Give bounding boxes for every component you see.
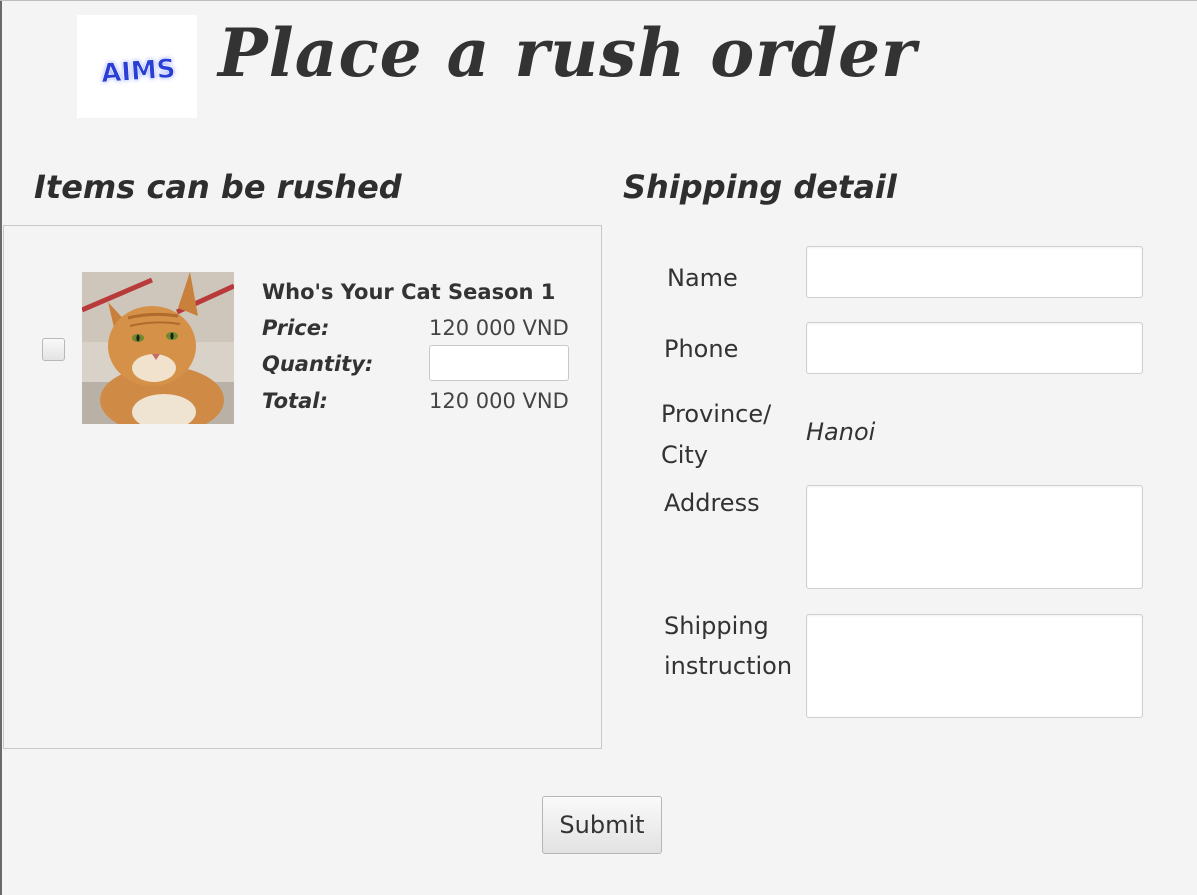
quantity-input[interactable] — [429, 345, 569, 381]
cat-photo — [82, 272, 234, 424]
rush-items-panel: Who's Your Cat Season 1 Price: 120 000 V… — [3, 225, 602, 749]
total-value: 120 000 VND — [429, 389, 569, 413]
logo-text: AIMS — [100, 54, 176, 89]
shipping-instruction-input[interactable] — [806, 614, 1143, 718]
item-name: Who's Your Cat Season 1 — [262, 280, 556, 304]
phone-label: Phone — [664, 335, 739, 363]
price-value: 120 000 VND — [429, 316, 569, 340]
page-title: Place a rush order — [218, 14, 917, 92]
phone-input[interactable] — [806, 322, 1143, 374]
address-label: Address — [664, 489, 760, 517]
province-label-line1: Province/ — [661, 400, 772, 428]
instruction-label-line1: Shipping — [664, 612, 769, 640]
items-section-title: Items can be rushed — [34, 168, 402, 206]
quantity-label: Quantity: — [262, 352, 374, 376]
address-input[interactable] — [806, 485, 1143, 589]
instruction-label-line2: instruction — [664, 652, 793, 680]
shipping-section-title: Shipping detail — [623, 168, 897, 206]
price-label: Price: — [262, 316, 330, 340]
name-input[interactable] — [806, 246, 1143, 298]
submit-button[interactable]: Submit — [542, 796, 662, 854]
name-label: Name — [667, 264, 738, 292]
item-select-checkbox[interactable] — [42, 338, 65, 361]
window-border-top — [0, 0, 1197, 1]
province-value[interactable]: Hanoi — [806, 418, 875, 446]
province-label-line2: City — [661, 441, 709, 469]
window-border — [0, 0, 2, 895]
total-label: Total: — [262, 389, 328, 413]
aims-logo: AIMS AIMS — [77, 15, 197, 118]
